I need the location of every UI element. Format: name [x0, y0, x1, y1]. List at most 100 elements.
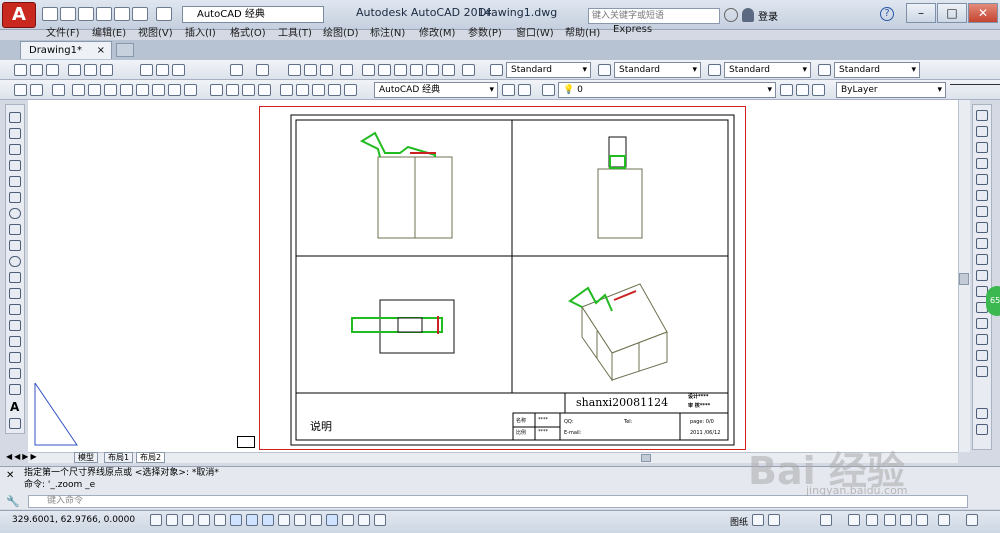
tab-layout2[interactable]: 布局2: [136, 452, 166, 463]
menu-window[interactable]: 窗口(W): [516, 24, 554, 39]
tab-layout1[interactable]: 布局1: [104, 452, 134, 463]
layer-state-icon[interactable]: [30, 84, 43, 96]
layer-match-icon[interactable]: [812, 84, 825, 96]
login-link[interactable]: 登录: [758, 8, 778, 23]
draworder-icon[interactable]: [976, 408, 988, 419]
maximize-viewport-icon[interactable]: [820, 514, 832, 526]
view-left-icon[interactable]: [104, 84, 117, 96]
save-icon[interactable]: [78, 7, 94, 21]
osnap-icon[interactable]: [230, 514, 242, 526]
vertical-scroll-thumb[interactable]: [959, 273, 969, 285]
view-back-icon[interactable]: [152, 84, 165, 96]
horizontal-scroll-thumb[interactable]: [641, 454, 651, 462]
menu-tools[interactable]: 工具(T): [278, 24, 312, 39]
saveas-icon[interactable]: [96, 7, 112, 21]
construction-line-icon[interactable]: [9, 128, 21, 139]
workspace-select[interactable]: AutoCAD 经典: [182, 6, 324, 23]
zoom-window-icon[interactable]: [320, 64, 333, 76]
move-icon[interactable]: [976, 190, 988, 201]
rotate-icon[interactable]: [976, 206, 988, 217]
zoom-realtime-icon[interactable]: [304, 64, 317, 76]
menu-file[interactable]: 文件(F): [46, 24, 80, 39]
dim-style-select[interactable]: Standard: [614, 62, 701, 78]
help-icon[interactable]: [462, 64, 475, 76]
pan-icon[interactable]: [288, 64, 301, 76]
properties-palette-icon[interactable]: [976, 424, 988, 435]
point-icon[interactable]: [9, 320, 21, 331]
stretch-icon[interactable]: [976, 238, 988, 249]
menu-modify[interactable]: 修改(M): [419, 24, 455, 39]
tab-close-icon[interactable]: ×: [97, 42, 105, 59]
calculator-icon[interactable]: [442, 64, 455, 76]
trim-icon[interactable]: [976, 254, 988, 265]
menu-help[interactable]: 帮助(H): [565, 24, 600, 39]
help-icon[interactable]: ?: [880, 7, 894, 21]
polyline-icon[interactable]: [9, 144, 21, 155]
save-icon[interactable]: [46, 64, 59, 76]
menu-insert[interactable]: 插入(I): [185, 24, 216, 39]
view-bottom-icon[interactable]: [88, 84, 101, 96]
workspace-switch-icon[interactable]: [884, 514, 896, 526]
dyn-icon[interactable]: [294, 514, 306, 526]
ucs-world-icon[interactable]: [296, 84, 309, 96]
mtext-icon[interactable]: A: [10, 400, 19, 414]
search-icon[interactable]: [724, 8, 738, 22]
view-front-icon[interactable]: [136, 84, 149, 96]
ucs-object-icon[interactable]: [344, 84, 357, 96]
hardware-acceleration-icon[interactable]: [916, 514, 928, 526]
copy-object-icon[interactable]: [976, 126, 988, 137]
close-command-icon[interactable]: ✕: [6, 470, 14, 481]
polygon-icon[interactable]: [9, 160, 21, 171]
add-selected-icon[interactable]: [9, 418, 21, 429]
snap-icon[interactable]: [166, 514, 178, 526]
toolpalettes-icon[interactable]: [394, 64, 407, 76]
paste-icon[interactable]: [172, 64, 185, 76]
visual-style-2d-icon[interactable]: [210, 84, 223, 96]
menu-express[interactable]: Express: [613, 24, 652, 35]
mleader-style-select[interactable]: Standard: [834, 62, 920, 78]
grid-icon[interactable]: [182, 514, 194, 526]
layer-previous-icon[interactable]: [52, 84, 65, 96]
menu-dimension[interactable]: 标注(N): [370, 24, 405, 39]
isolate-objects-icon[interactable]: [938, 514, 950, 526]
hatch-icon[interactable]: [9, 336, 21, 347]
layer-manager-icon[interactable]: [542, 84, 555, 96]
table-icon[interactable]: [9, 384, 21, 395]
preview-icon[interactable]: [84, 64, 97, 76]
workspace-settings-icon[interactable]: [502, 84, 515, 96]
redo-icon[interactable]: [256, 64, 269, 76]
copy-icon[interactable]: [156, 64, 169, 76]
view-right-icon[interactable]: [120, 84, 133, 96]
qnew-icon[interactable]: [14, 64, 27, 76]
ducs-icon[interactable]: [278, 514, 290, 526]
color-select[interactable]: ByLayer: [836, 82, 946, 98]
annotation-visibility-icon[interactable]: [866, 514, 878, 526]
visual-style-hidden-icon[interactable]: [242, 84, 255, 96]
view-top-icon[interactable]: [72, 84, 85, 96]
new-tab-button[interactable]: [116, 43, 134, 57]
lock-icon[interactable]: [900, 514, 912, 526]
properties-icon[interactable]: [362, 64, 375, 76]
circle-icon[interactable]: [9, 208, 21, 219]
line-icon[interactable]: [9, 112, 21, 123]
ucs-icon[interactable]: [280, 84, 293, 96]
offset-icon[interactable]: [976, 158, 988, 169]
clean-screen-icon[interactable]: [966, 514, 978, 526]
ellipse-icon[interactable]: [9, 256, 21, 267]
maximize-button[interactable]: □: [937, 3, 967, 23]
quick-view-layouts-icon[interactable]: [752, 514, 764, 526]
redo-icon[interactable]: [156, 7, 172, 21]
ellipse-arc-icon[interactable]: [9, 272, 21, 283]
polar-icon[interactable]: [214, 514, 226, 526]
spline-icon[interactable]: [9, 240, 21, 251]
insert-block-icon[interactable]: [9, 288, 21, 299]
visual-style-realistic-icon[interactable]: [258, 84, 271, 96]
lineweight-icon[interactable]: [310, 514, 322, 526]
layout-nav-arrows[interactable]: ◀◀▶▶: [6, 452, 39, 461]
array-icon[interactable]: [976, 174, 988, 185]
paper-toggle[interactable]: 图纸: [730, 515, 748, 528]
customize-wrench-icon[interactable]: 🔧: [6, 495, 20, 508]
tab-model[interactable]: 模型: [74, 452, 98, 463]
extend-icon[interactable]: [976, 270, 988, 281]
text-style-select[interactable]: Standard: [506, 62, 591, 78]
